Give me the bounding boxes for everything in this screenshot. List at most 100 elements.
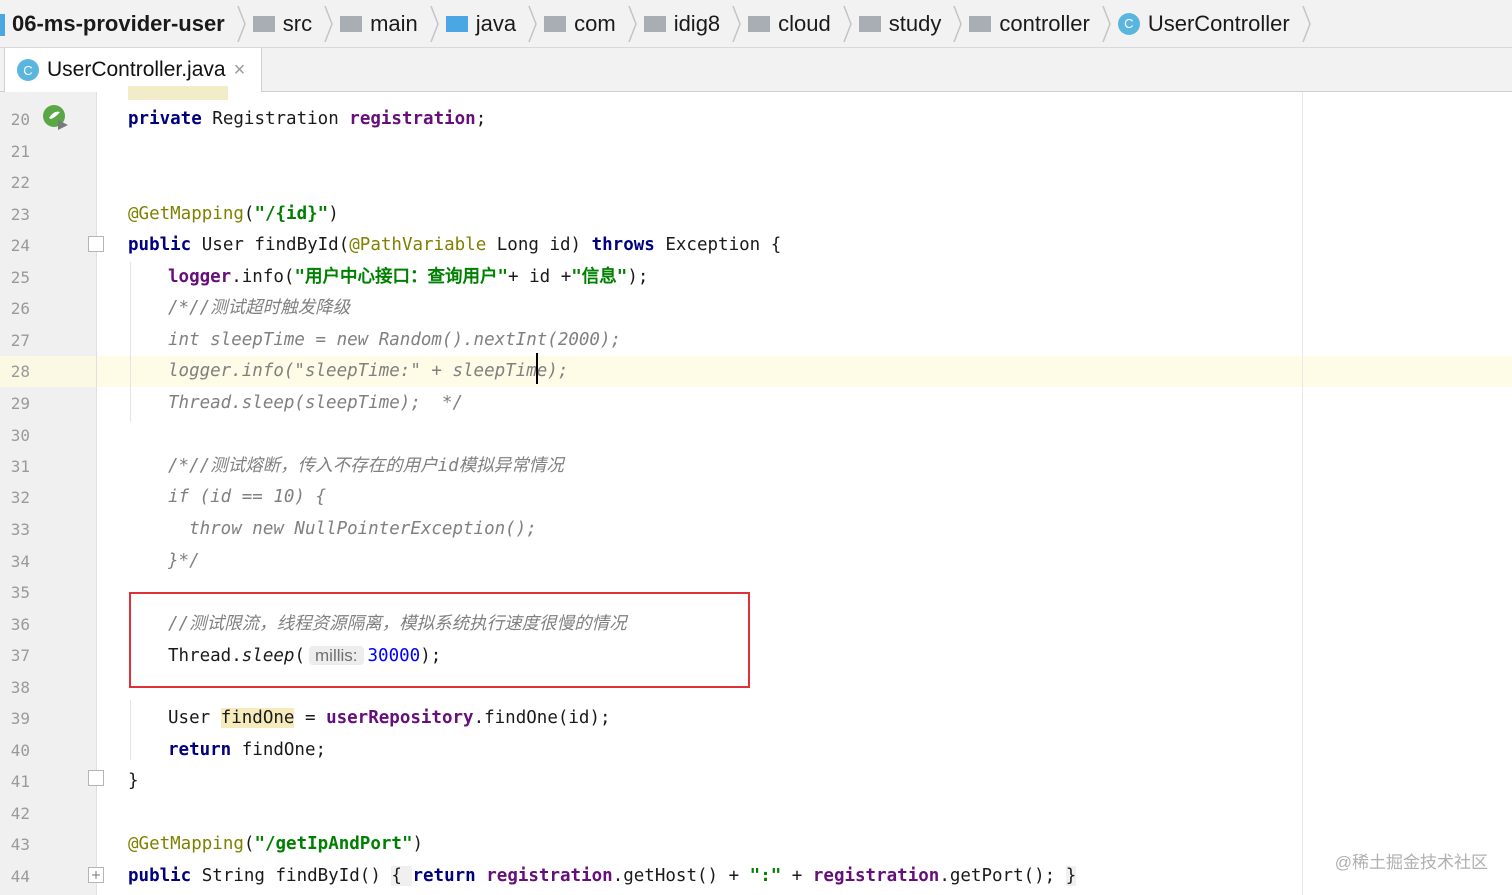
chevron-right-icon [627,5,637,42]
line-number: 24 [10,236,30,255]
text-caret [536,353,538,384]
chevron-right-icon [528,5,537,42]
code-line-41: 41 } [0,766,1512,797]
package-icon [544,15,567,32]
line-number: 42 [10,804,30,823]
breadcrumb-label: main [370,10,418,36]
code-line-22: 22 [0,167,1512,198]
package-icon [969,15,992,32]
code-text: public User findById(@PathVariable Long … [128,230,781,261]
line-number: 41 [10,772,30,791]
punctuation: ) [328,204,339,224]
comment: /*//测试超时触发降级 [168,298,351,318]
code-fragment: Long id) [486,235,592,255]
code-line-31: 31 /*//测试熔断，传入不存在的用户id模拟异常情况 [0,451,1512,482]
comment: }*/ [168,551,200,571]
line-number: 20 [10,110,30,129]
punctuation: ; [475,109,487,129]
line-number: 35 [10,583,30,602]
annotation: @GetMapping [128,834,244,854]
code-fragment: = [294,708,327,728]
string-literal: "/getIpAndPort" [254,834,413,854]
code-fragment [476,866,487,886]
line-number: 33 [10,520,30,539]
breadcrumb-item-cloud[interactable]: cloud [742,0,841,48]
package-icon [643,15,666,32]
breadcrumb-label: java [475,10,517,36]
code-text: User findOne = userRepository.findOne(id… [168,703,611,734]
code-fragment: .info( [231,267,295,287]
line-number: 27 [10,331,30,350]
annotation: @GetMapping [128,204,244,224]
breadcrumb-item-controller[interactable]: controller [963,0,1099,48]
code-line-28: 28 logger.info("sleepTime:" + sleepTime)… [0,356,1512,387]
code-fragment: + id + [508,267,572,287]
breadcrumb-label: UserController [1147,10,1290,36]
breadcrumb-item-com[interactable]: com [538,0,626,48]
type-name: User [168,708,221,728]
breadcrumb-label: study [888,10,942,36]
punctuation: ( [243,204,255,224]
keyword: throws [591,235,655,255]
line-number: 36 [10,615,30,634]
folder-icon [252,15,275,32]
code-line-27: 27 int sleepTime = new Random().nextInt(… [0,325,1512,356]
breadcrumb-label: com [574,10,616,36]
field-name: registration [349,109,476,129]
code-line-39: 39 User findOne = userRepository.findOne… [0,703,1512,734]
code-line-33: 33 throw new NullPointerException(); [0,514,1512,545]
annotation-partial [128,86,228,100]
line-number: 32 [10,488,30,507]
breadcrumb-item-usercontroller[interactable]: C UserController [1112,0,1300,48]
code-fragment: findOne; [231,740,327,760]
breadcrumb-item-module[interactable]: 06-ms-provider-user [0,0,235,48]
code-line-23: 23 @GetMapping("/{id}") [0,199,1512,230]
source-folder-icon [445,15,468,32]
line-number: 39 [10,709,30,728]
code-line-34: 34 }*/ [0,546,1512,577]
line-number: 26 [10,299,30,318]
type-name: Registration [201,109,350,129]
watermark: @稀土掘金技术社区 [1334,853,1488,872]
string-literal: "/{id}" [254,204,329,224]
tab-label: UserController.java [47,58,226,81]
code-line-42: 42 [0,798,1512,829]
code-fragment: + [781,866,813,886]
field-name: registration [486,866,613,886]
keyword: private [128,109,202,129]
code-line-25: 25 logger.info("用户中心接口：查询用户"+ id +"信息"); [0,262,1512,293]
breadcrumb-label: src [282,10,313,36]
breadcrumb-item-java[interactable]: java [440,0,526,48]
code-fragment: .findOne(id); [473,708,611,728]
string-literal: "用户中心接口：查询用户" [294,267,509,287]
chevron-right-icon [237,5,246,42]
close-icon[interactable]: × [234,59,246,82]
comment: logger.info("sleepTime:" + sleepTime); [168,361,569,381]
chevron-right-icon [953,5,963,42]
breadcrumb-item-src[interactable]: src [247,0,322,48]
line-number: 30 [10,426,30,445]
string-literal: ":" [749,866,782,886]
line-number: 29 [10,394,30,413]
keyword: return [168,740,232,760]
breadcrumb-item-main[interactable]: main [334,0,428,48]
class-icon: C [17,59,39,81]
chevron-right-icon [732,5,741,42]
code-line-20: 20 private Registration registration; [0,104,1512,135]
code-line-24: 24 public User findById(@PathVariable Lo… [0,230,1512,261]
code-text: logger.info("用户中心接口：查询用户"+ id +"信息"); [168,262,648,293]
folded-brace[interactable]: } [1065,866,1077,886]
highlight-box [129,592,750,688]
package-icon [858,15,881,32]
comment: throw new NullPointerException(); [168,519,537,539]
line-number: 40 [10,741,30,760]
breadcrumb-item-study[interactable]: study [853,0,952,48]
code-line-26: 26 /*//测试超时触发降级 [0,293,1512,324]
line-number: 38 [10,678,30,697]
folded-brace[interactable]: { [391,866,413,886]
breadcrumb-item-idig8[interactable]: idig8 [638,0,730,48]
line-number: 28 [10,362,30,381]
line-number: 44 [10,867,30,886]
line-number: 21 [10,142,30,161]
code-fragment: .getHost() + [612,866,750,886]
